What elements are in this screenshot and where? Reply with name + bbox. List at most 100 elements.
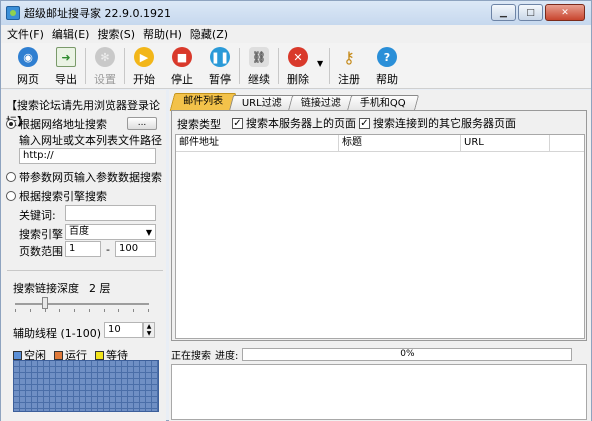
minimize-button[interactable]: ▁ — [491, 4, 516, 21]
delete-dropdown-icon[interactable]: ▼ — [317, 43, 329, 68]
window-title: 超级邮址搜寻家 22.9.0.1921 — [24, 7, 171, 20]
mode-params-label: 带参数网页输入参数数据搜索 — [19, 171, 162, 184]
column-email[interactable]: 邮件地址 — [176, 135, 339, 151]
idle-swatch — [13, 351, 22, 360]
menu-search[interactable]: 搜索(S) — [93, 26, 139, 42]
slider-ticks — [15, 309, 149, 312]
settings-label: 设置 — [94, 73, 116, 86]
export-icon: ➜ — [56, 47, 76, 67]
threads-label: 辅助线程 (1-100) — [13, 327, 102, 340]
threads-input[interactable]: 10 — [104, 322, 143, 338]
pause-button[interactable]: ❚❚ 暂停 — [201, 43, 239, 87]
progress-bar: 0% — [242, 347, 573, 361]
log-area[interactable] — [171, 364, 587, 420]
key-icon: ⚷ — [343, 47, 355, 67]
help-label: 帮助 — [376, 73, 398, 86]
tab-label: 邮件列表 — [183, 96, 224, 107]
local-server-checkbox[interactable]: ✓ 搜索本服务器上的页面 — [232, 115, 356, 131]
stop-icon: ■ — [172, 47, 192, 67]
pause-label: 暂停 — [209, 73, 231, 86]
stop-label: 停止 — [171, 73, 193, 86]
column-title[interactable]: 标题 — [339, 135, 461, 151]
tab-phone-qq[interactable]: 手机和QQ — [346, 95, 419, 111]
spin-up-icon[interactable]: ▲ — [147, 323, 152, 330]
tab-url-filter[interactable]: URL过滤 — [228, 95, 295, 111]
divider — [7, 270, 163, 271]
email-table[interactable]: 邮件地址 标题 URL — [175, 134, 585, 339]
menu-file[interactable]: 文件(F) — [3, 26, 48, 42]
title-bar[interactable]: 超级邮址搜寻家 22.9.0.1921 ▁ □ ✕ — [1, 1, 591, 25]
tab-label: 手机和QQ — [359, 98, 406, 109]
url-label: 输入网址或文本列表文件路径 — [19, 134, 162, 147]
mode-engine-label: 根据搜索引擎搜索 — [19, 190, 107, 203]
link-icon: ⛓ — [249, 47, 269, 67]
continue-button[interactable]: ⛓ 继续 — [240, 43, 278, 87]
help-icon: ? — [377, 47, 397, 67]
settings-button[interactable]: ✻ 设置 — [86, 43, 124, 87]
running-swatch — [54, 351, 63, 360]
depth-slider-handle[interactable] — [42, 297, 48, 309]
mode-url-radio[interactable]: 根据网络地址搜索 — [6, 116, 107, 132]
start-label: 开始 — [133, 73, 155, 86]
table-header: 邮件地址 标题 URL — [176, 135, 584, 152]
page-to-input[interactable]: 100 — [115, 241, 156, 257]
depth-slider-track[interactable] — [15, 303, 149, 305]
web-button[interactable]: ◉ 网页 — [9, 43, 47, 87]
spin-down-icon[interactable]: ▼ — [147, 330, 152, 337]
tab-label: 链接过滤 — [300, 98, 341, 109]
progress-label: 进度: — [215, 350, 239, 362]
menu-edit[interactable]: 编辑(E) — [48, 26, 94, 42]
radio-dot — [6, 191, 16, 201]
waiting-swatch — [95, 351, 104, 360]
radio-dot — [6, 172, 16, 182]
mode-params-radio[interactable]: 带参数网页输入参数数据搜索 — [6, 169, 162, 185]
menu-hide[interactable]: 隐藏(Z) — [186, 26, 232, 42]
email-list-panel: 搜索类型 ✓ 搜索本服务器上的页面 ✓ 搜索连接到的其它服务器页面 邮件地址 标… — [171, 110, 587, 341]
mode-url-label: 根据网络地址搜索 — [19, 118, 107, 131]
page-from-input[interactable]: 1 — [65, 241, 101, 257]
start-button[interactable]: ▶ 开始 — [125, 43, 163, 87]
keyword-label: 关键词: — [19, 209, 56, 222]
depth-value: 2 层 — [89, 282, 111, 295]
page-range-label: 页数范围 — [19, 245, 63, 258]
tab-label: URL过滤 — [241, 98, 282, 109]
local-server-label: 搜索本服务器上的页面 — [246, 117, 356, 130]
export-button[interactable]: ➜ 导出 — [47, 43, 85, 87]
other-server-checkbox[interactable]: ✓ 搜索连接到的其它服务器页面 — [359, 115, 516, 131]
page-range-dash: - — [106, 243, 110, 256]
check-icon: ✓ — [232, 117, 243, 129]
mode-engine-radio[interactable]: 根据搜索引擎搜索 — [6, 188, 107, 204]
thread-status-grid — [13, 360, 159, 412]
app-icon — [6, 6, 20, 20]
globe-icon: ◉ — [18, 47, 38, 67]
tab-link-filter[interactable]: 链接过滤 — [287, 95, 354, 111]
tab-email-list[interactable]: 邮件列表 — [169, 93, 237, 111]
stop-button[interactable]: ■ 停止 — [163, 43, 201, 87]
maximize-button[interactable]: □ — [518, 4, 543, 21]
web-label: 网页 — [17, 73, 39, 86]
check-icon: ✓ — [359, 117, 370, 129]
delete-icon: ✕ — [288, 47, 308, 67]
column-url[interactable]: URL — [461, 135, 550, 151]
engine-label: 搜索引擎 — [19, 228, 63, 241]
browse-button[interactable]: ... — [127, 117, 157, 130]
threads-spinner[interactable]: ▲ ▼ — [143, 322, 155, 338]
main-window: 超级邮址搜寻家 22.9.0.1921 ▁ □ ✕ 文件(F) 编辑(E) 搜索… — [0, 0, 592, 421]
menu-bar: 文件(F) 编辑(E) 搜索(S) 帮助(H) 隐藏(Z) — [1, 25, 591, 43]
continue-label: 继续 — [248, 73, 270, 86]
keyword-input[interactable] — [65, 205, 156, 221]
menu-help[interactable]: 帮助(H) — [139, 26, 186, 42]
delete-button[interactable]: ✕ 删除 — [279, 43, 317, 87]
gear-icon: ✻ — [95, 47, 115, 67]
play-icon: ▶ — [134, 47, 154, 67]
register-label: 注册 — [338, 73, 360, 86]
close-button[interactable]: ✕ — [545, 4, 585, 21]
toolbar: ◉ 网页 ➜ 导出 ✻ 设置 ▶ 开始 ■ 停止 ❚❚ 暂停 ⛓ 继续 ✕ 删除… — [1, 43, 591, 89]
register-button[interactable]: ⚷ 注册 — [330, 43, 368, 87]
search-type-label: 搜索类型 — [177, 118, 221, 131]
other-server-label: 搜索连接到的其它服务器页面 — [373, 117, 516, 130]
left-panel: 【搜索论坛请先用浏览器登录论坛】 根据网络地址搜索 ... 输入网址或文本列表文… — [1, 90, 166, 421]
help-button[interactable]: ? 帮助 — [368, 43, 406, 87]
engine-select[interactable]: 百度 ▼ — [65, 224, 156, 240]
url-input[interactable]: http:// — [19, 148, 156, 164]
